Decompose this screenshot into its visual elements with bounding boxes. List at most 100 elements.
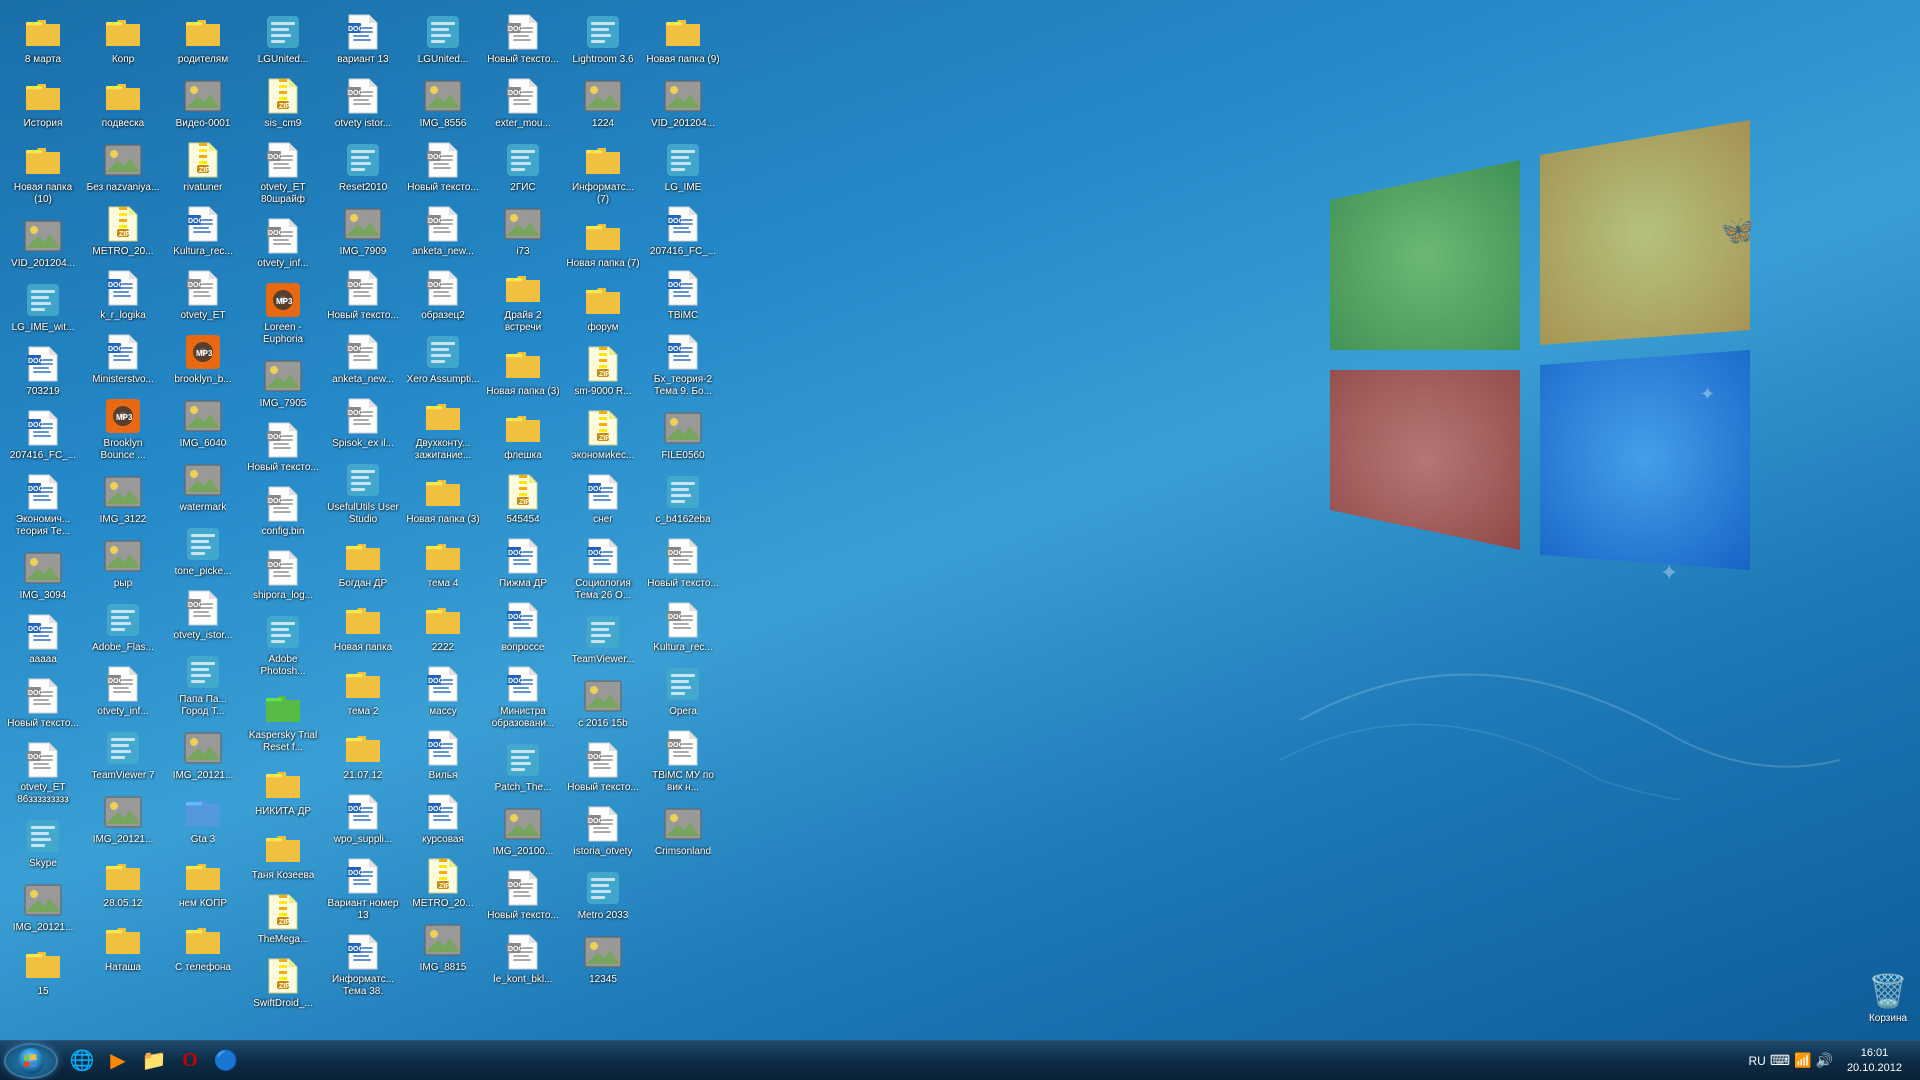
desktop-icon-gta3[interactable]: Gta 3 [164,788,242,850]
desktop-icon-vilya[interactable]: DOC Вилья [404,724,482,786]
desktop-icon-img8815[interactable]: IMG_8815 [404,916,482,978]
desktop-icon-img20121c[interactable]: IMG_20121... [164,724,242,786]
desktop-icon-adobe-flash[interactable]: Adobe_Flas... [84,596,162,658]
desktop-icon-adobe-photo[interactable]: Adobe Photosh... [244,608,322,682]
desktop-icon-novy-text6[interactable]: DOC Новый тексто... [484,864,562,926]
desktop-icon-2222[interactable]: 2222 [404,596,482,658]
desktop-icon-tone-picker[interactable]: tone_picke... [164,520,242,582]
desktop-icon-video-0001[interactable]: Видео-0001 [164,72,242,134]
desktop-icon-8marta[interactable]: 8 марта [4,8,82,70]
desktop-icon-le-kont-bkl[interactable]: DOC le_kont_bkl... [484,928,562,990]
desktop-icon-metro20[interactable]: ZIP METRO_20... [84,200,162,262]
desktop-icon-img20121[interactable]: IMG_20121... [4,876,82,938]
desktop-icon-kultura-rec[interactable]: DOC Kultura_rec... [164,200,242,262]
desktop-icon-shipora-log[interactable]: DOC shipora_log... [244,544,322,606]
desktop-icon-otvety-inf[interactable]: DOC otvety_inf... [84,660,162,722]
desktop-icon-anketa-new2[interactable]: DOC anketa_new... [404,200,482,262]
desktop-icon-teamviewer[interactable]: TeamViewer 7 [84,724,162,786]
desktop-icon-kr-logika[interactable]: DOC k_r_logika [84,264,162,326]
desktop-icon-reset2010[interactable]: Reset2010 [324,136,402,198]
desktop-icon-lgunited[interactable]: LGUnited... [244,8,322,70]
desktop-icon-novaya-papka3[interactable]: Новая папка (3) [404,468,482,530]
desktop-icon-otvety-et[interactable]: DOC otvety_ET 86ззззззззз [4,736,82,810]
taskbar-explorer-button[interactable]: 📁 [138,1045,170,1077]
desktop-icon-obrazec2[interactable]: DOC образец2 [404,264,482,326]
desktop-icon-istoria-otvety[interactable]: DOC istoria_otvety [564,800,642,862]
desktop-icon-tema4[interactable]: тема 4 [404,532,482,594]
desktop-icon-patch-the[interactable]: Patch_The... [484,736,562,798]
desktop-icon-img3094[interactable]: IMG_3094 [4,544,82,606]
desktop-icon-kursovaya[interactable]: DOC курсовая [404,788,482,850]
desktop-icon-themega[interactable]: ZIP TheMega... [244,888,322,950]
desktop-icon-teamviewer2[interactable]: TeamViewer... [564,608,642,670]
desktop-icon-file0560[interactable]: FILE0560 [644,404,722,466]
desktop-icon-natasha[interactable]: Наташа [84,916,162,978]
desktop-icon-otvety-istor[interactable]: DOC otvety_istor... [164,584,242,646]
desktop-icon-nikita-dp[interactable]: НИКИТА ДР [244,760,322,822]
desktop-icon-informats[interactable]: Информатс... (7) [564,136,642,210]
desktop-icon-sm9000[interactable]: ZIP sm-9000 R... [564,340,642,402]
desktop-icon-545454[interactable]: ZIP 545454 [484,468,562,530]
desktop-icon-tema2[interactable]: тема 2 [324,660,402,722]
desktop-icon-novy-text2[interactable]: DOC Новый тексто... [244,416,322,478]
desktop-icon-bogdan-dp[interactable]: Богдан ДР [324,532,402,594]
desktop-icon-dvuhkontu[interactable]: Двухконту... зажигание... [404,392,482,466]
desktop-icon-podvesqa[interactable]: подвеска [84,72,162,134]
taskbar-extra-button[interactable]: 🔵 [210,1045,242,1077]
desktop-icon-anketa-new[interactable]: DOC anketa_new... [324,328,402,390]
desktop-icon-lg-ime[interactable]: LG_IME_wit... [4,276,82,338]
desktop-icon-roditelyam[interactable]: родителям [164,8,242,70]
desktop-icon-brooklyn[interactable]: MP3 Brooklyn Bounce ... [84,392,162,466]
desktop-icon-novaya-papka7[interactable]: Новая папка (7) [564,212,642,274]
desktop-icon-ryp[interactable]: рыр [84,532,162,594]
desktop-icon-config-bin[interactable]: DOC config.bin [244,480,322,542]
start-button[interactable] [4,1043,58,1079]
desktop-icon-voprosce[interactable]: DOC вопросce [484,596,562,658]
recycle-bin[interactable]: 🗑️ Корзина [1868,971,1908,1025]
desktop-icon-ministerstvo[interactable]: DOC Ministerstvo... [84,328,162,390]
desktop-icon-variant-nom[interactable]: DOC Вариант номер 13 [324,852,402,926]
desktop-icon-lightroom[interactable]: Lightroom 3.6 [564,8,642,70]
desktop-icon-tbimc-mu[interactable]: DOC ТВіМС МУ по вик н... [644,724,722,798]
desktop-icon-ministra-obr[interactable]: DOC Министра образовани... [484,660,562,734]
desktop-icon-tanya[interactable]: Таня Козеева [244,824,322,886]
desktop-icon-otvety-istor2[interactable]: DOC otvety istor... [324,72,402,134]
desktop-icon-novy-text7[interactable]: DOC Новый тексто... [564,736,642,798]
desktop-icon-swiftdroid[interactable]: ZIP SwiftDroid_... [244,952,322,1014]
desktop-icon-i73[interactable]: i73 [484,200,562,262]
desktop-icon-img8556[interactable]: IMG_8556 [404,72,482,134]
desktop-icon-vid20124[interactable]: VID_201204... [644,72,722,134]
desktop-icon-img20121b[interactable]: IMG_20121... [84,788,162,850]
desktop-icon-draive2[interactable]: Драйв 2 встречи [484,264,562,338]
taskbar-opera-button[interactable]: O [174,1045,206,1077]
desktop-icon-exter-mou[interactable]: DOC exter_mou... [484,72,562,134]
desktop-icon-ones[interactable]: DOC снег [564,468,642,530]
desktop-icon-watermark[interactable]: watermark [164,456,242,518]
desktop-icon-metro2033[interactable]: Metro 2033 [564,864,642,926]
desktop-icon-opera[interactable]: Opera [644,660,722,722]
desktop-icon-21-07-12[interactable]: 21.07.12 [324,724,402,786]
desktop-icon-c2016b[interactable]: c 2016 15b [564,672,642,734]
desktop-icon-wpo-suppl[interactable]: DOC wpo_suppli... [324,788,402,850]
desktop-icon-kultura-rec2[interactable]: DOC Kultura_rec... [644,596,722,658]
desktop-icon-img20100[interactable]: IMG_20100... [484,800,562,862]
taskbar-ie-button[interactable]: 🌐 [66,1045,98,1077]
desktop-icon-sociologiya[interactable]: DOC Социология Тема 26 О... [564,532,642,606]
desktop-icon-otvety-inf2[interactable]: DOC otvety_inf... [244,212,322,274]
desktop-icon-papa-pa[interactable]: Папа Па... Город Т... [164,648,242,722]
desktop-icon-aaaaa[interactable]: DOC ааааа [4,608,82,670]
desktop-icon-rivatuner[interactable]: ZIP rivatuner [164,136,242,198]
desktop-icon-fleshka[interactable]: флешка [484,404,562,466]
desktop-icon-bx-teoriya[interactable]: DOC Бх_теория-2 Тема 9. Бо... [644,328,722,402]
desktop-icon-12345[interactable]: 12345 [564,928,642,990]
desktop-icon-img7909[interactable]: IMG_7909 [324,200,402,262]
desktop-icon-703219[interactable]: DOC 703219 [4,340,82,402]
desktop-icon-novaya-papka[interactable]: Новая папка [324,596,402,658]
desktop-icon-sis-cm9[interactable]: ZIP sis_cm9 [244,72,322,134]
desktop-icon-2gis[interactable]: 2ГИС [484,136,562,198]
desktop-icon-vid2012004[interactable]: VID_201204... [4,212,82,274]
desktop-icon-novaya-papka-10[interactable]: Новая папка (10) [4,136,82,210]
desktop-icon-novy-text4[interactable]: DOC Новый тексто... [404,136,482,198]
desktop-icon-informats-tema[interactable]: DOC Информатс... Тема 38. [324,928,402,1002]
desktop-icon-15[interactable]: 15 [4,940,82,1002]
